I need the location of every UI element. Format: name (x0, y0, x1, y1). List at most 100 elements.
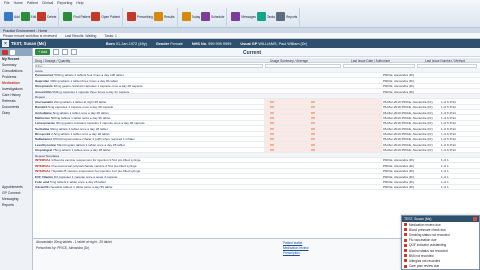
col-usage[interactable]: Usage Summary / Average (270, 59, 308, 63)
print-icon[interactable] (62, 49, 69, 55)
ribbon-button-prescribing[interactable]: Prescribing (127, 12, 153, 21)
sidebar-bottom-item-reports[interactable]: Reports (0, 202, 33, 208)
drug-dosage: 500mg capsules 1 capsule three times a d… (51, 89, 130, 94)
ribbon-button-messages[interactable]: Messages (231, 12, 256, 21)
ribbon-button-label: Schedule (211, 14, 225, 19)
add-button[interactable]: + Add (35, 49, 51, 55)
issue-number: 1 of 6 Print (441, 142, 456, 147)
drug-description: Clopidogrel 75mg tablets 1 tablet once a… (35, 148, 265, 152)
ribbon-button-icon (20, 12, 30, 21)
patient-leaflet-link[interactable]: Patient leaflet (283, 241, 302, 245)
close-patient-button[interactable]: × (2, 40, 9, 47)
drug-name: Folic acid (35, 180, 50, 185)
last-issue: 06-Mar-2019 PRICE, Alexandra (Dr) (383, 137, 433, 142)
edit-icon[interactable] (53, 49, 60, 55)
ribbon-button-delete[interactable]: Delete (37, 12, 56, 21)
usage-summary: 0% (270, 110, 275, 115)
ribbon-button-label: Prescribing (137, 14, 153, 19)
alert-label: Flu vaccination due (409, 238, 437, 243)
notice-item[interactable]: Last Results: Waiting (65, 34, 97, 38)
ribbon-button-add[interactable]: Add (4, 12, 20, 21)
search-icon[interactable] (10, 49, 15, 55)
drug-name: INTERNAL (35, 169, 51, 174)
ribbon-button-schedule[interactable]: Schedule (201, 12, 224, 21)
usage-average: 0% (311, 105, 316, 110)
close-icon[interactable] (473, 217, 477, 221)
filter-input[interactable] (35, 63, 263, 68)
alert-label: Smoking status not recorded (409, 232, 450, 237)
sidebar-header (0, 48, 32, 56)
ribbon-button-icon (37, 12, 47, 21)
issue-number: 1 of 6 Print (441, 105, 456, 110)
ribbon-button-open-patient[interactable]: Open Patient (91, 12, 120, 21)
drug-description: INTERNAL Influenza vaccine suspension fo… (35, 158, 265, 162)
drug-dosage: Influenza vaccine suspension for injecti… (50, 158, 141, 163)
alert-icon (404, 259, 407, 263)
ribbon-button-results[interactable]: Results (153, 12, 175, 21)
alert-label: Allergies not recorded (409, 258, 441, 263)
drug-name: Omeprazole (35, 84, 53, 89)
table-row[interactable]: Adcal-D3 chewable tablets 1 tablet twice… (33, 185, 480, 191)
ribbon-button-tasks[interactable]: Tasks (256, 12, 275, 21)
ribbon-tab-clinical[interactable]: Clinical (42, 1, 53, 5)
ribbon-button-find-patient[interactable]: Find Patient (63, 12, 90, 21)
ribbon-groups: Add Edit Delete Find Patient Open Patient Pre… (0, 6, 480, 27)
drug-name: Lansoprazole (35, 121, 55, 126)
drug-name: INTERNAL (35, 163, 51, 168)
last-issue: PRICE, Alexandra (Dr) (383, 73, 415, 78)
ribbon-button-label: Reports (286, 14, 298, 19)
stop-icon[interactable] (71, 49, 78, 55)
last-issue: PRICE, Alexandra (Dr) (383, 158, 415, 163)
ribbon-button-reports[interactable]: Reports (276, 12, 297, 21)
usage-summary: 0% (270, 137, 275, 142)
last-issue: PRICE, Alexandra (Dr) (383, 185, 415, 190)
alert-item[interactable]: Care plan review due (402, 264, 479, 269)
drug-name: INTERNAL (35, 158, 51, 163)
col-drug[interactable]: Drug / Dosage / Quantity (35, 59, 70, 63)
drug-dosage: Hepatitis B vaccine suspension for injec… (50, 169, 141, 174)
ribbon-button-label: Messages (241, 14, 256, 19)
usage-average: 0% (311, 132, 316, 137)
ribbon-tab-reporting[interactable]: Reporting (57, 1, 72, 5)
notice-item[interactable]: Tasks: 1 (104, 34, 116, 38)
usage-average: 0% (311, 110, 316, 115)
sidebar-item-diary[interactable]: Diary (0, 110, 32, 116)
ribbon-tab-help[interactable]: Help (76, 1, 83, 5)
col-issue-number[interactable]: Last Issue Number / Method (425, 59, 465, 63)
filter-last-issue[interactable] (343, 63, 415, 68)
popup-title: TEST, Susan (Ms) (404, 217, 432, 221)
medication-review-link[interactable]: Medication review (283, 246, 309, 250)
usage-highlight (264, 120, 382, 126)
notice-item[interactable]: Please ensure workflow is reviewed (3, 34, 57, 38)
col-last-issue[interactable]: Last Issue Date / Authoriser (351, 59, 390, 63)
ribbon-tab-file[interactable]: File (4, 1, 10, 5)
ribbon-tab-home[interactable]: Home (14, 1, 23, 5)
filter-issue-number[interactable] (417, 63, 477, 68)
ribbon-button-today[interactable]: Today (181, 12, 200, 21)
issue-number: 1 of 6 Print (441, 99, 456, 104)
prescription-link[interactable]: Prescription (283, 251, 300, 255)
patient-banner: × TEST, Susan (Ms) Born 01-Jan-1972 (49y… (0, 39, 480, 48)
drug-description: Metformin 500mg tablets 1 tablet twice a… (35, 116, 265, 120)
nhs-value: 999 999 9999 (208, 41, 232, 46)
patient-nhs: NHS No. 999 999 9999 (192, 42, 232, 46)
drug-name: Salbutamol (35, 137, 52, 142)
drug-description: Ramipril 5mg capsules 1 capsule once a d… (35, 105, 265, 109)
ribbon-button-icon (201, 12, 211, 21)
issue-number: 1 of 1 (441, 174, 449, 179)
usage-summary: 0% (270, 148, 275, 153)
ribbon-tab-patient[interactable]: Patient (27, 1, 38, 5)
gender-value: Female (170, 41, 183, 46)
filter-usage[interactable] (265, 63, 341, 68)
patient-usual-gp: Usual GP WILLIAMS, Paul William (Dr) (240, 42, 307, 46)
ribbon-button-edit[interactable]: Edit (20, 12, 36, 21)
usage-average: 0% (311, 115, 316, 120)
drug-description: Ibuprofen 400mg tablets 1 tablet three t… (35, 79, 265, 83)
drug-description: Folic acid 5mg tablets 1 tablet once a d… (35, 180, 265, 184)
usage-summary: 0% (270, 105, 275, 110)
ribbon-button-icon (63, 12, 73, 21)
last-issue: PRICE, Alexandra (Dr) (383, 169, 415, 174)
ribbon-button-label: Add (14, 14, 20, 19)
usage-highlight (264, 136, 382, 142)
drug-dosage: 500mg tablets 2 tablets four times a day… (53, 73, 124, 78)
